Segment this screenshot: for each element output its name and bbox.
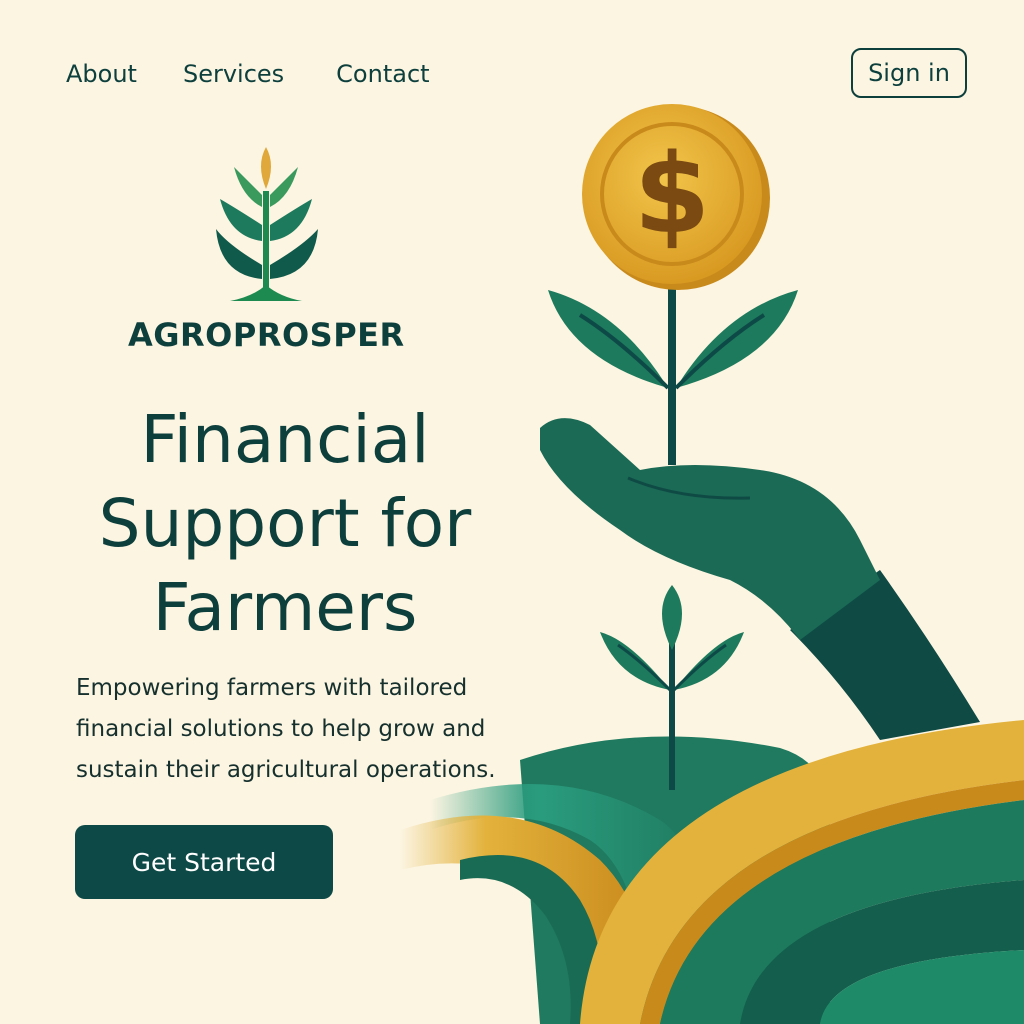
get-started-button[interactable]: Get Started <box>75 825 333 899</box>
landing-page: $ About Services Contact Sign in AGROPRO… <box>0 0 1024 1024</box>
nav-link-contact[interactable]: Contact <box>336 52 429 96</box>
headline-line: Farmers <box>152 569 418 646</box>
headline-line: Support for <box>98 485 472 562</box>
hill-gold-band-icon <box>400 815 645 1024</box>
small-sprout-icon <box>600 585 744 790</box>
hero-headline: Financial Support for Farmers <box>0 398 570 650</box>
big-sprout-icon <box>548 280 798 465</box>
svg-text:$: $ <box>634 130 711 258</box>
arc-green-inner-icon <box>820 950 1024 1024</box>
sprout-icon <box>216 147 318 301</box>
headline-line: Financial <box>140 401 430 478</box>
nav-link-services[interactable]: Services <box>183 52 284 96</box>
arc-gold-icon <box>580 720 1024 1024</box>
arc-green-icon <box>660 800 1024 1024</box>
arc-dark-icon <box>740 880 1024 1024</box>
dollar-coin-icon: $ <box>582 104 770 290</box>
arc-gold-shade-icon <box>640 780 1024 1024</box>
hill-back-icon <box>520 736 830 1024</box>
top-nav: About Services Contact <box>66 52 430 96</box>
hill-dark-band-icon <box>460 855 603 1024</box>
sign-in-button[interactable]: Sign in <box>851 48 967 98</box>
arm-icon <box>790 570 980 740</box>
hero-description: Empowering farmers with tailored financi… <box>76 675 496 783</box>
hand-icon <box>540 418 880 640</box>
nav-link-about[interactable]: About <box>66 52 137 96</box>
brand-name: AGROPROSPER <box>128 316 405 354</box>
hill-teal-band-icon <box>430 784 705 1024</box>
